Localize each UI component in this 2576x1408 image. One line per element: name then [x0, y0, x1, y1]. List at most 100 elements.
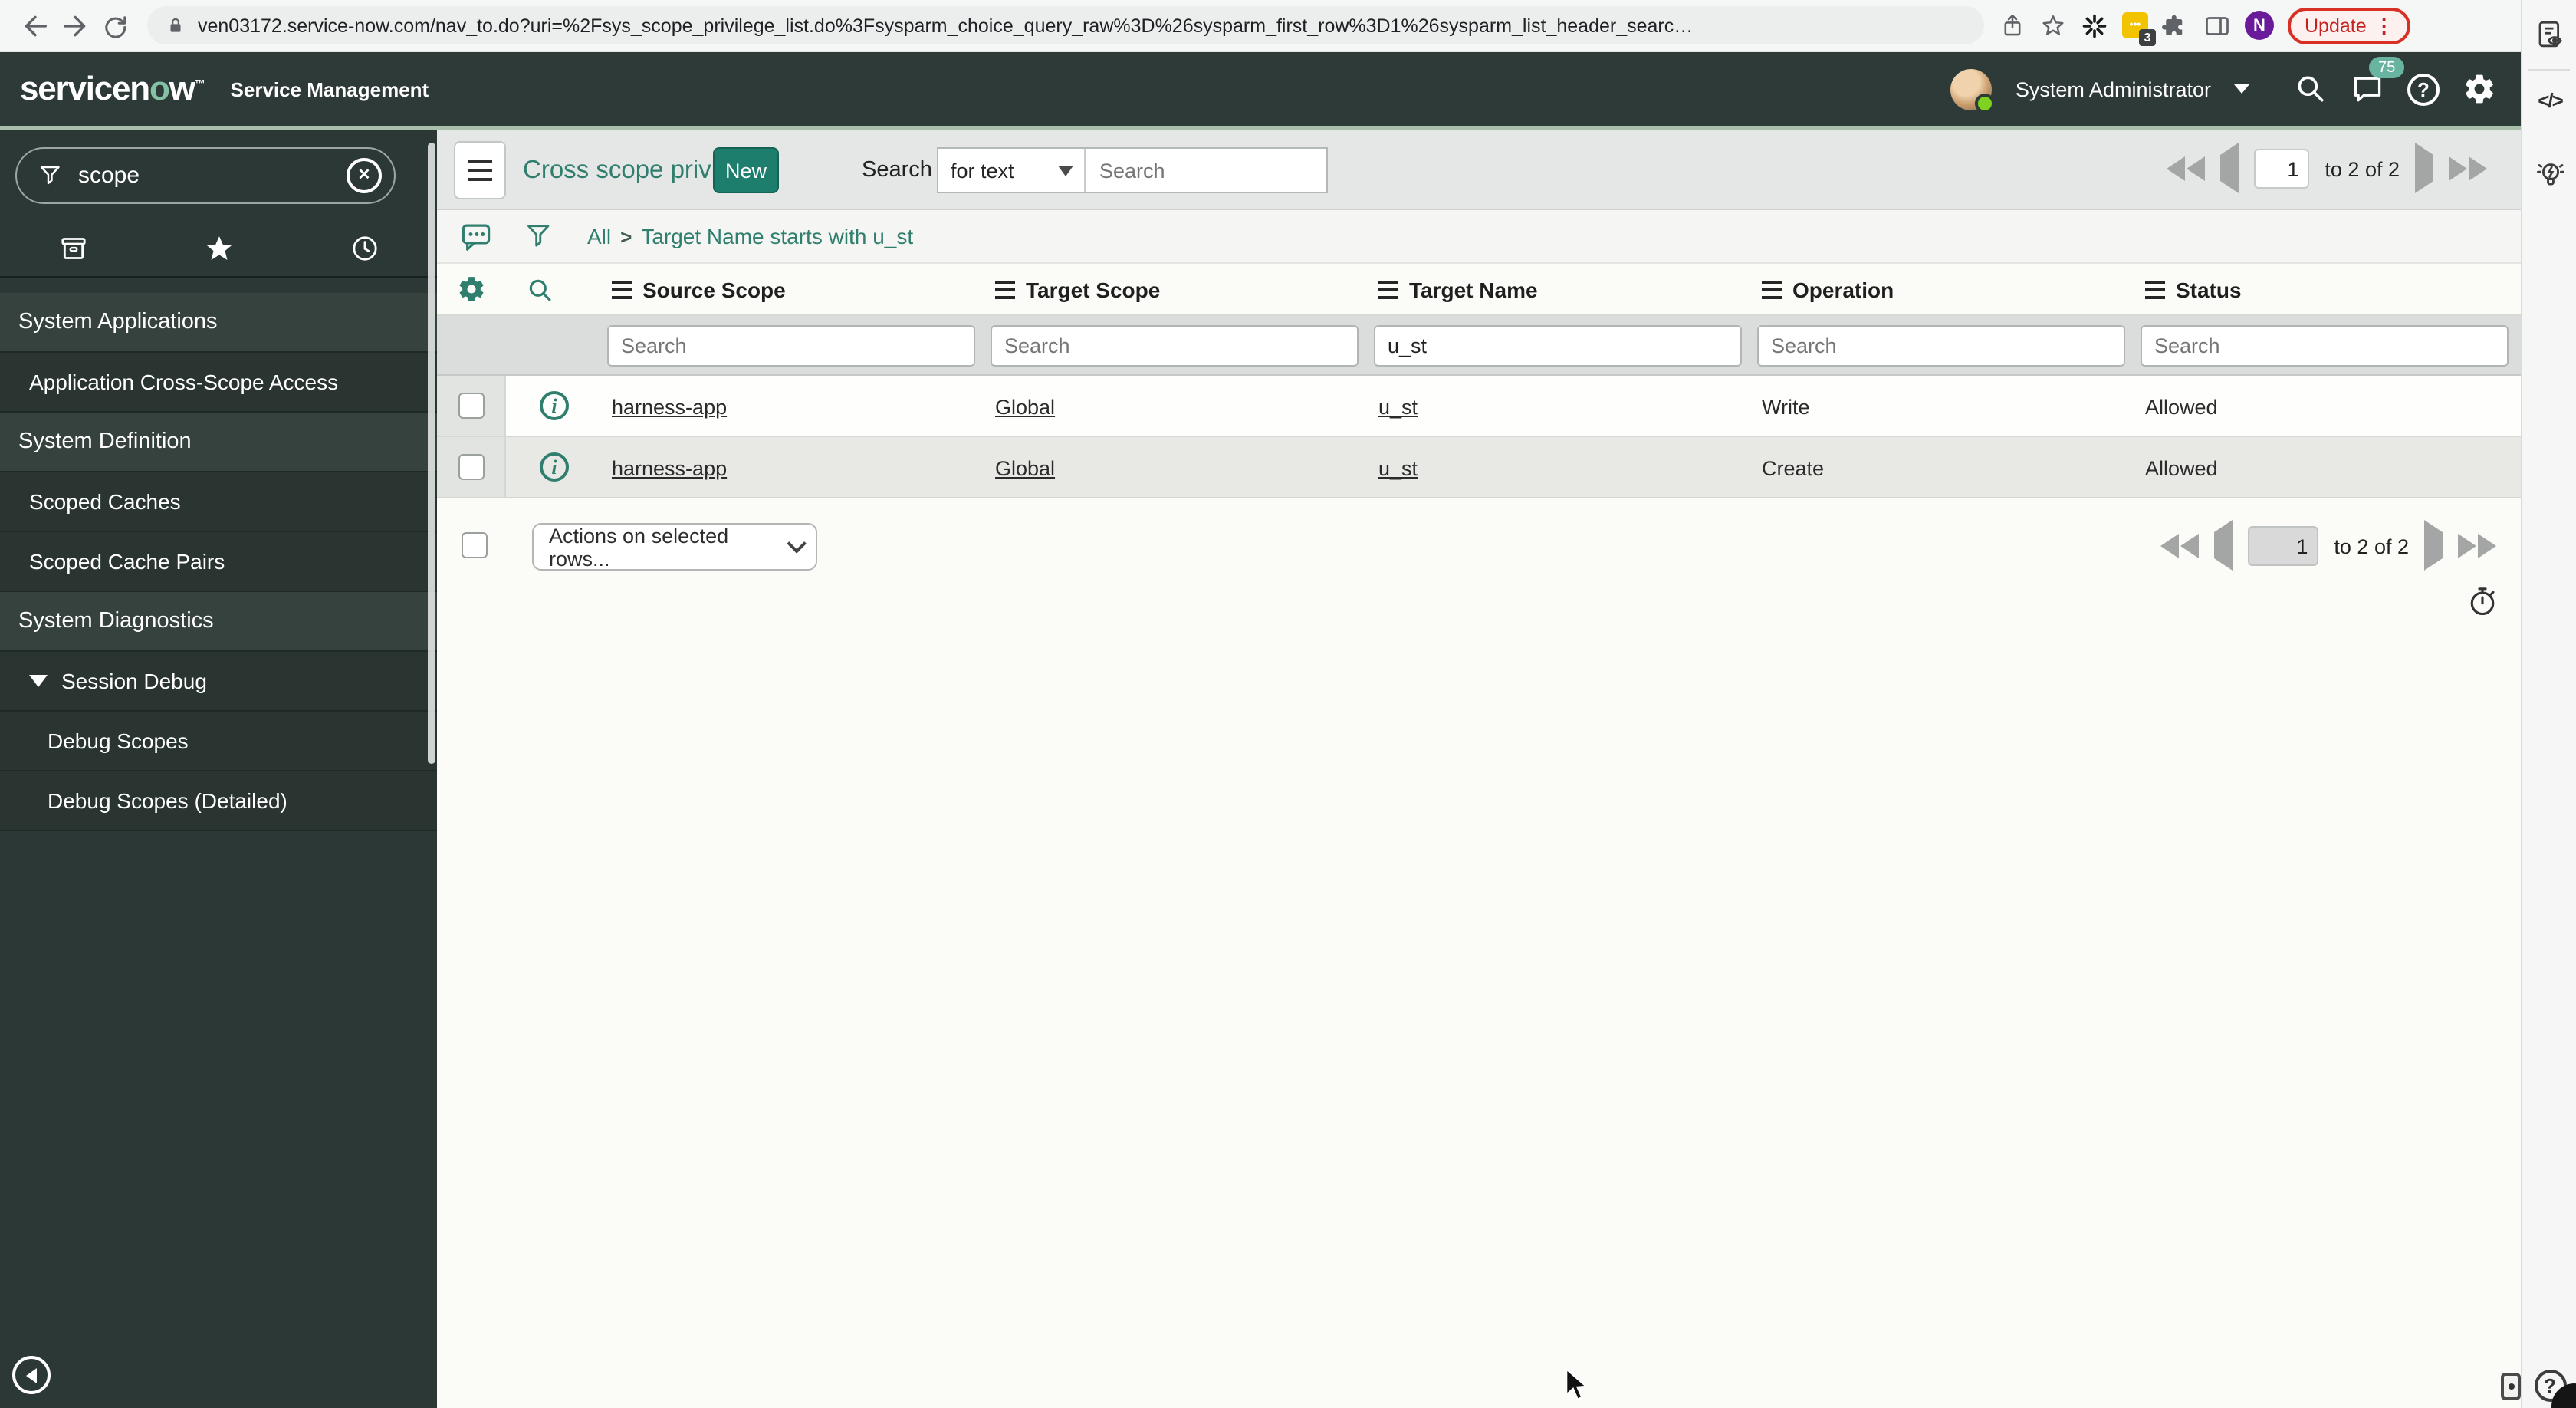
- tab-all-applications[interactable]: [0, 219, 146, 276]
- filter-builder-button[interactable]: [524, 220, 554, 252]
- filter-input-target-name[interactable]: [1374, 325, 1742, 367]
- global-search-button[interactable]: [2294, 72, 2328, 106]
- browser-profile-avatar[interactable]: N: [2245, 11, 2274, 40]
- clear-filter-button[interactable]: ✕: [347, 158, 382, 193]
- last-page-button[interactable]: [2449, 156, 2487, 181]
- previous-page-button[interactable]: [2214, 520, 2233, 571]
- first-page-button[interactable]: [2160, 534, 2200, 558]
- next-page-button[interactable]: [2415, 143, 2433, 193]
- page-number-input[interactable]: [2248, 526, 2319, 566]
- user-menu[interactable]: System Administrator: [2016, 77, 2211, 100]
- mouse-cursor: [1564, 1367, 1590, 1403]
- sidebar-item-debug-scopes[interactable]: Debug Scopes: [0, 712, 437, 771]
- sidebar-item-debug-scopes-detailed[interactable]: Debug Scopes (Detailed): [0, 771, 437, 831]
- extensions-puzzle-icon[interactable]: [2162, 12, 2190, 39]
- column-menu-icon[interactable]: [1762, 280, 1782, 300]
- user-menu-caret-icon[interactable]: [2234, 84, 2249, 94]
- lightbulb-insight-icon[interactable]: [2522, 156, 2576, 192]
- record-preview-icon[interactable]: i: [540, 391, 569, 420]
- previous-page-button[interactable]: [2220, 143, 2239, 193]
- conversations-button[interactable]: 75: [2351, 57, 2405, 106]
- filter-input-source-scope[interactable]: [607, 325, 975, 367]
- lock-icon: [170, 18, 181, 32]
- new-record-button[interactable]: New: [713, 147, 780, 193]
- record-preview-icon[interactable]: i: [540, 452, 569, 482]
- last-page-button[interactable]: [2458, 534, 2496, 558]
- column-header-operation[interactable]: Operation: [1762, 264, 1894, 316]
- side-panel-toggle-icon[interactable]: [2203, 12, 2231, 39]
- page-number-input[interactable]: [2254, 149, 2310, 189]
- servicenow-header: servicenow™ Service Management System Ad…: [0, 52, 2521, 130]
- filter-navigator-input[interactable]: [78, 163, 333, 189]
- tab-favorites[interactable]: [146, 219, 291, 276]
- breadcrumb-filter-link[interactable]: Target Name starts with u_st: [641, 224, 913, 248]
- filter-navigator-search[interactable]: ✕: [15, 147, 396, 204]
- sidebar-group-session-debug[interactable]: Session Debug: [0, 652, 437, 712]
- reading-list-doc-eye-icon[interactable]: [2522, 18, 2576, 51]
- breadcrumb-all-link[interactable]: All: [587, 224, 611, 248]
- list-chat-button[interactable]: [460, 220, 492, 252]
- column-header-source-scope[interactable]: Source Scope: [612, 264, 786, 316]
- help-button[interactable]: ?: [2407, 73, 2440, 105]
- collapse-arrow-icon: [26, 1367, 37, 1383]
- browser-reload-button[interactable]: [95, 5, 135, 45]
- browser-forward-button[interactable]: [55, 5, 95, 45]
- column-menu-icon[interactable]: [1378, 280, 1398, 300]
- pagination-top: to 2 of 2: [2167, 143, 2487, 193]
- table-row: i harness-app Global u_st Create Allowed: [437, 437, 2521, 498]
- column-menu-icon[interactable]: [612, 280, 632, 300]
- personalize-list-gear-button[interactable]: [457, 275, 486, 304]
- browser-menu-kebab-icon[interactable]: ⋮: [2374, 13, 2394, 38]
- sidebar-item-application-cross-scope-access[interactable]: Application Cross-Scope Access: [0, 353, 437, 413]
- filter-input-target-scope[interactable]: [991, 325, 1359, 367]
- sidebar-scrollbar[interactable]: [428, 143, 435, 764]
- cell-source-scope-link[interactable]: harness-app: [612, 376, 727, 437]
- address-bar[interactable]: ven03172.service-now.com/nav_to.do?uri=%…: [147, 6, 1984, 44]
- bookmark-star-button[interactable]: [2039, 12, 2067, 39]
- resize-grip[interactable]: [2501, 1373, 2521, 1400]
- browser-back-button[interactable]: [15, 5, 55, 45]
- column-menu-icon[interactable]: [2145, 280, 2165, 300]
- list-search-input[interactable]: [1086, 149, 1326, 192]
- settings-gear-button[interactable]: [2463, 72, 2496, 106]
- breadcrumb-bar: All > Target Name starts with u_st: [437, 210, 2521, 264]
- sidebar-item-scoped-cache-pairs[interactable]: Scoped Cache Pairs: [0, 532, 437, 592]
- response-time-stopwatch-button[interactable]: [2466, 584, 2499, 618]
- cell-target-scope-link[interactable]: Global: [995, 376, 1055, 437]
- cell-target-scope-link[interactable]: Global: [995, 437, 1055, 498]
- column-header-status[interactable]: Status: [2145, 264, 2242, 316]
- row-checkbox[interactable]: [458, 393, 484, 419]
- list-context-menu-button[interactable]: [454, 141, 506, 199]
- search-label: Search: [862, 158, 932, 183]
- yellow-extension-icon[interactable]: ••• 3: [2122, 12, 2156, 46]
- next-page-button[interactable]: [2424, 520, 2443, 571]
- row-checkbox[interactable]: [458, 454, 484, 480]
- filter-input-status[interactable]: [2141, 325, 2509, 367]
- spinner-extension-icon[interactable]: [2081, 12, 2108, 39]
- cell-source-scope-link[interactable]: harness-app: [612, 437, 727, 498]
- filter-input-operation[interactable]: [1757, 325, 2125, 367]
- actions-select[interactable]: Actions on selected rows...: [532, 523, 817, 571]
- user-avatar[interactable]: [1950, 68, 1996, 113]
- row-select-cell: [437, 376, 506, 436]
- sidebar-item-scoped-caches[interactable]: Scoped Caches: [0, 472, 437, 532]
- first-page-button[interactable]: [2167, 156, 2206, 181]
- sidebar-section-system-diagnostics: System Diagnostics: [0, 592, 437, 652]
- code-panel-icon[interactable]: </>: [2522, 89, 2576, 112]
- cell-status: Allowed: [2145, 395, 2218, 418]
- column-header-row: Source Scope Target Scope Target Name Op…: [437, 264, 2521, 316]
- browser-update-button[interactable]: Update ⋮: [2288, 7, 2411, 44]
- column-header-target-scope[interactable]: Target Scope: [995, 264, 1160, 316]
- select-all-checkbox[interactable]: [462, 532, 488, 558]
- cell-target-name-link[interactable]: u_st: [1378, 437, 1418, 498]
- cell-target-name-link[interactable]: u_st: [1378, 376, 1418, 437]
- collapse-navigator-button[interactable]: [12, 1356, 51, 1394]
- column-search-toggle-button[interactable]: [526, 276, 555, 305]
- tab-history[interactable]: [291, 219, 437, 276]
- back-arrow-icon: [25, 15, 47, 36]
- list-search-combo: for text: [937, 147, 1328, 193]
- column-menu-icon[interactable]: [995, 280, 1015, 300]
- share-button[interactable]: [1999, 12, 2026, 38]
- column-header-target-name[interactable]: Target Name: [1378, 264, 1538, 316]
- search-type-select[interactable]: for text: [938, 149, 1086, 192]
